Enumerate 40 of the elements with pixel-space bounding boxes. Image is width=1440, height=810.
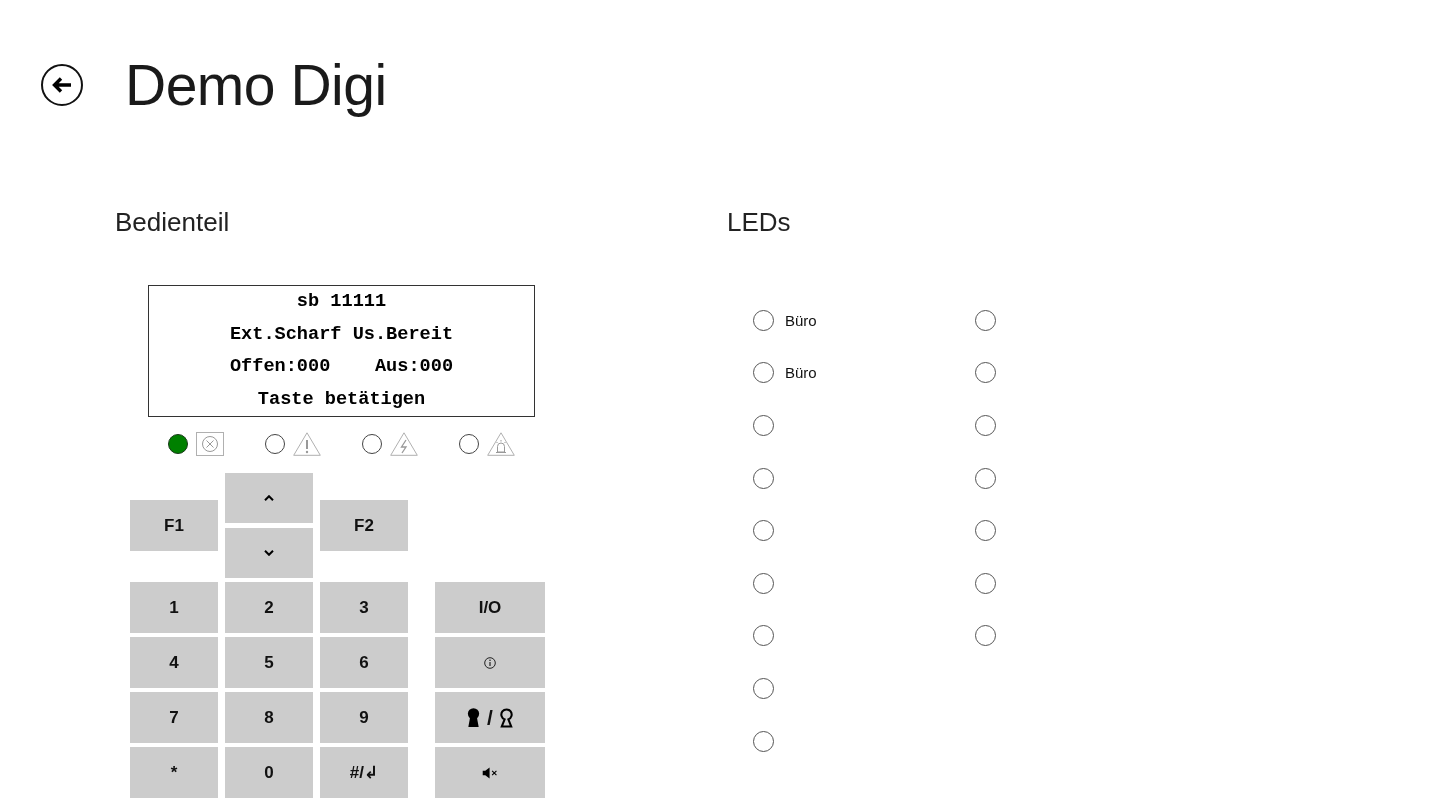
arrow-left-icon bbox=[52, 77, 72, 93]
key-button[interactable]: 8 bbox=[225, 692, 313, 743]
key-button[interactable]: #/↲ bbox=[320, 747, 408, 798]
display-line: Offen:000 Aus:000 bbox=[228, 355, 455, 379]
boxed-x-icon bbox=[196, 432, 224, 456]
key-button[interactable]: 7 bbox=[130, 692, 218, 743]
info-icon bbox=[484, 656, 496, 669]
key-button[interactable]: F2 bbox=[320, 500, 408, 551]
keyhole-icon bbox=[466, 707, 482, 728]
back-button[interactable] bbox=[41, 64, 83, 106]
warning-icon bbox=[293, 432, 321, 456]
key-button[interactable]: 4 bbox=[130, 637, 218, 688]
key-button[interactable] bbox=[225, 473, 313, 523]
key-button[interactable]: F1 bbox=[130, 500, 218, 551]
key-button[interactable] bbox=[225, 528, 313, 578]
section-title: LEDs bbox=[727, 207, 791, 237]
speaker-mute-icon bbox=[482, 766, 498, 779]
chevron-down-icon bbox=[264, 550, 274, 556]
keyhole-outline-icon bbox=[498, 707, 514, 728]
chevron-up-icon bbox=[264, 495, 274, 501]
key-button[interactable]: 5 bbox=[225, 637, 313, 688]
key-button[interactable] bbox=[435, 637, 545, 688]
key-button[interactable]: 2 bbox=[225, 582, 313, 633]
key-button[interactable] bbox=[435, 747, 545, 798]
section-title: Bedienteil bbox=[115, 207, 230, 237]
key-button[interactable]: I/O bbox=[435, 582, 545, 633]
key-button[interactable]: 3 bbox=[320, 582, 408, 633]
display-line: Taste betätigen bbox=[256, 387, 427, 412]
key-button[interactable]: 0 bbox=[225, 747, 313, 798]
display-line: sb 11111 bbox=[295, 290, 388, 314]
led-label: Büro bbox=[785, 311, 817, 329]
led-label: Büro bbox=[785, 364, 817, 382]
key-button[interactable]: 9 bbox=[320, 692, 408, 743]
key-button[interactable]: / bbox=[435, 692, 545, 743]
key-button[interactable]: * bbox=[130, 747, 218, 798]
siren-icon bbox=[487, 432, 515, 456]
lightning-icon bbox=[390, 432, 418, 456]
key-button[interactable]: 6 bbox=[320, 637, 408, 688]
key-button[interactable]: 1 bbox=[130, 582, 218, 633]
display-line: Ext.Scharf Us.Bereit bbox=[228, 322, 455, 347]
